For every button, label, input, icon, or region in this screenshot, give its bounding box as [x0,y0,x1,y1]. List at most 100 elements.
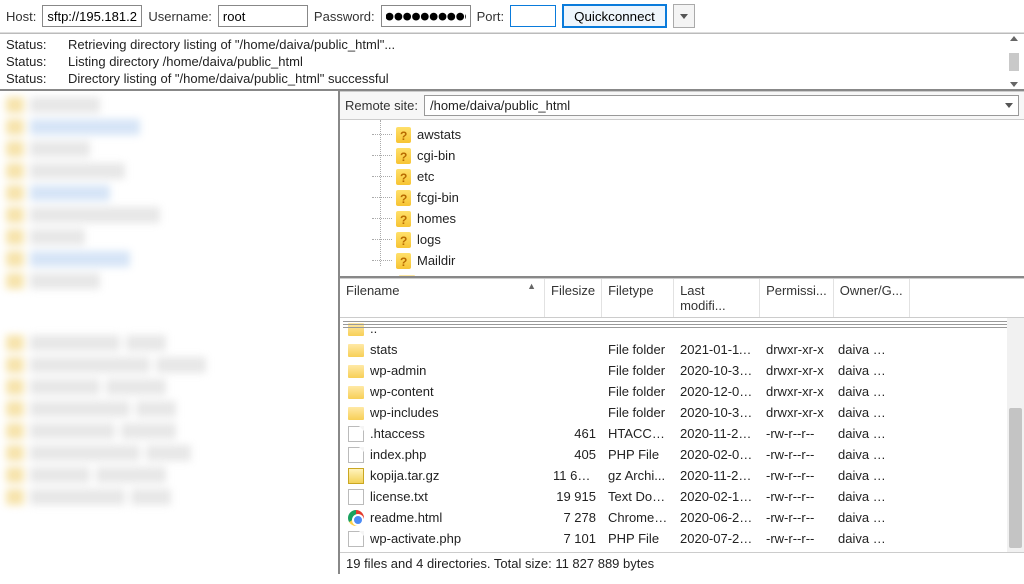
remote-path-field[interactable]: /home/daiva/public_html [424,95,1019,116]
quickconnect-history-dropdown[interactable] [673,4,695,28]
tree-item[interactable]: homes [396,208,1024,229]
unknown-folder-icon [396,232,411,248]
tree-item-label: homes [417,208,456,229]
log-scrollbar[interactable] [1006,36,1022,87]
file-modified: 2020-12-07... [674,381,760,402]
password-label: Password: [314,9,375,24]
password-input[interactable] [381,5,471,27]
tree-item[interactable]: fcgi-bin [396,187,1024,208]
file-icon [348,447,364,463]
tree-item-label: fcgi-bin [417,187,459,208]
file-row[interactable]: wp-adminFile folder2020-10-30...drwxr-xr… [340,360,1024,381]
file-modified: 2020-02-12... [674,486,760,507]
file-name: stats [370,339,397,360]
file-permissions: drwxr-xr-x [760,402,832,423]
txt-icon [348,489,364,505]
tree-item[interactable]: logs [396,229,1024,250]
file-type: Text Doc... [602,486,674,507]
tree-item[interactable]: awstats [396,124,1024,145]
log-row: Status:Retrieving directory listing of "… [6,36,1018,53]
tree-item[interactable]: +public_html [378,271,1024,278]
column-permissions[interactable]: Permissi... [760,279,834,317]
file-owner: daiva da... [832,360,892,381]
file-row[interactable]: kopija.tar.gz11 657 ...gz Archi...2020-1… [340,465,1024,486]
file-name: readme.html [370,507,442,528]
message-log[interactable]: Status:Retrieving directory listing of "… [0,33,1024,91]
column-filename[interactable]: Filename▲ [340,279,545,317]
file-row[interactable]: index.php405PHP File2020-02-06...-rw-r--… [340,444,1024,465]
port-label: Port: [477,9,504,24]
file-type: gz Archi... [602,465,674,486]
folder-icon [348,365,364,378]
file-type: File folder [602,360,674,381]
tree-item[interactable]: etc [396,166,1024,187]
file-icon [348,426,364,442]
file-permissions: -rw-r--r-- [760,444,832,465]
file-owner: daiva da... [832,339,892,360]
tree-item-label: awstats [417,124,461,145]
column-filetype[interactable]: Filetype [602,279,674,317]
file-type: HTACCE... [602,423,674,444]
scroll-thumb[interactable] [1009,53,1019,71]
file-name: wp-activate.php [370,528,461,549]
file-type: File folder [602,339,674,360]
file-permissions: -rw-r--r-- [760,528,832,549]
quickconnect-button[interactable]: Quickconnect [562,4,667,28]
file-type: Chrome ... [602,507,674,528]
file-type: PHP File [602,549,674,552]
log-row: Status: Listing directory /home/daiva/pub… [6,53,1018,70]
scroll-down-icon [1010,82,1018,87]
file-modified: 2021-01-11... [674,339,760,360]
expand-icon[interactable]: + [378,276,389,278]
folder-icon [399,275,415,278]
file-row[interactable]: license.txt19 915Text Doc...2020-02-12..… [340,486,1024,507]
log-tag: Status: [6,53,48,70]
file-list-scrollbar[interactable] [1007,318,1024,552]
quickconnect-bar: Host: Username: Password: Port: Quickcon… [0,0,1024,33]
file-permissions: -rw-r--r-- [760,465,832,486]
file-size: 461 [547,423,602,444]
file-row[interactable]: .htaccess461HTACCE...2020-11-23...-rw-r-… [340,423,1024,444]
host-label: Host: [6,9,36,24]
file-owner: daiva da... [832,507,892,528]
tree-item[interactable]: cgi-bin [396,145,1024,166]
file-row[interactable]: readme.html7 278Chrome ...2020-06-26...-… [340,507,1024,528]
file-modified: 2020-10-30... [674,402,760,423]
username-input[interactable] [218,5,308,27]
file-row[interactable]: wp-contentFile folder2020-12-07...drwxr-… [340,381,1024,402]
file-list-body[interactable]: ..statsFile folder2021-01-11...drwxr-xr-… [340,318,1024,552]
column-modified[interactable]: Last modifi... [674,279,760,317]
file-row[interactable]: wp-includesFile folder2020-10-30...drwxr… [340,402,1024,423]
file-row[interactable]: statsFile folder2021-01-11...drwxr-xr-xd… [340,339,1024,360]
file-owner: daiva da... [832,549,892,552]
folder-icon [348,386,364,399]
username-label: Username: [148,9,212,24]
file-row[interactable]: wp-activate.php7 101PHP File2020-07-28..… [340,528,1024,549]
file-size: 405 [547,444,602,465]
file-permissions: drwxr-xr-x [760,381,832,402]
local-pane[interactable] [0,91,340,574]
folder-icon [348,407,364,420]
remote-path-text: /home/daiva/public_html [430,98,570,113]
file-modified: 2020-06-26... [674,507,760,528]
tree-item-label: cgi-bin [417,145,455,166]
log-message: Listing directory /home/daiva/public_htm… [68,53,303,70]
scroll-thumb[interactable] [1009,408,1022,548]
port-input[interactable] [510,5,556,27]
remote-directory-tree[interactable]: awstatscgi-binetcfcgi-binhomeslogsMaildi… [340,120,1024,278]
tree-item[interactable]: Maildir [396,250,1024,271]
column-owner[interactable]: Owner/G... [834,279,910,317]
unknown-folder-icon [396,148,411,164]
column-filesize[interactable]: Filesize [545,279,602,317]
file-row[interactable]: wp-blog-header.php351PHP File2020-02-06.… [340,549,1024,552]
file-permissions: drwxr-xr-x [760,360,832,381]
file-type: PHP File [602,444,674,465]
remote-site-label: Remote site: [345,98,418,113]
file-owner: daiva da... [832,423,892,444]
file-modified: 2020-07-28... [674,528,760,549]
folder-icon [348,344,364,357]
tree-line [380,120,381,266]
file-modified: 2020-11-23... [674,423,760,444]
log-tag: Status: [6,36,48,53]
host-input[interactable] [42,5,142,27]
